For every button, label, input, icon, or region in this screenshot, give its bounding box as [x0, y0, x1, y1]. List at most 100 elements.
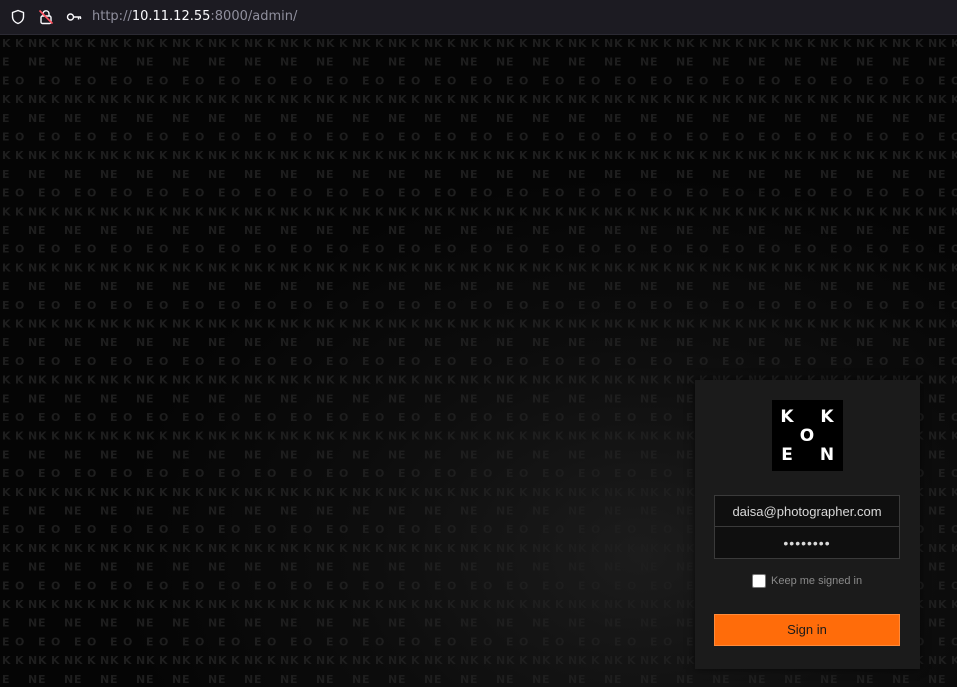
pattern-letter: E: [470, 280, 478, 293]
pattern-letter: E: [614, 561, 622, 574]
pattern-letter: K: [87, 318, 96, 331]
pattern-letter: K: [362, 205, 371, 218]
pattern-letter: O: [807, 243, 816, 256]
pattern-letter: O: [15, 355, 24, 368]
pattern-letter: N: [100, 93, 109, 106]
keep-signed-in-checkbox[interactable]: [752, 574, 766, 588]
pattern-letter: K: [38, 374, 47, 387]
pattern-letter: E: [218, 467, 226, 480]
pattern-letter: N: [856, 336, 865, 349]
pattern-letter: E: [722, 112, 730, 125]
key-icon[interactable]: [66, 9, 82, 25]
pattern-letter: K: [902, 149, 911, 162]
pattern-letter: E: [470, 187, 478, 200]
pattern-letter: O: [15, 411, 24, 424]
pattern-letter: E: [434, 112, 442, 125]
pattern-letter: E: [2, 561, 10, 574]
pattern-letter: E: [830, 299, 838, 312]
pattern-letter: N: [244, 505, 253, 518]
pattern-letter: N: [892, 224, 901, 237]
pattern-letter: K: [375, 486, 384, 499]
pattern-letter: E: [146, 673, 154, 686]
pattern-letter: E: [722, 224, 730, 237]
pattern-letter: O: [915, 74, 924, 87]
pattern-letter: N: [460, 280, 469, 293]
pattern-letter: N: [604, 392, 613, 405]
pattern-letter: K: [326, 93, 335, 106]
pattern-letter: K: [542, 149, 551, 162]
pattern-letter: E: [686, 579, 694, 592]
pattern-letter: E: [542, 579, 550, 592]
pattern-letter: N: [64, 336, 73, 349]
pattern-letter: N: [316, 542, 325, 555]
pattern-letter: K: [339, 261, 348, 274]
pattern-letter: O: [123, 131, 132, 144]
pattern-letter: K: [735, 93, 744, 106]
pattern-letter: O: [375, 74, 384, 87]
pattern-letter: E: [902, 243, 910, 256]
pattern-letter: O: [447, 635, 456, 648]
pattern-letter: N: [28, 448, 37, 461]
pattern-letter: N: [100, 505, 109, 518]
pattern-letter: E: [290, 505, 298, 518]
pattern-letter: K: [398, 374, 407, 387]
pattern-letter: N: [496, 654, 505, 667]
pattern-letter: E: [254, 355, 262, 368]
pattern-letter: K: [542, 93, 551, 106]
pattern-letter: K: [722, 261, 731, 274]
pattern-letter: N: [388, 617, 397, 630]
pattern-letter: O: [195, 299, 204, 312]
pattern-letter: E: [542, 617, 550, 630]
pattern-letter: E: [254, 467, 262, 480]
pattern-letter: O: [411, 243, 420, 256]
pattern-letter: N: [820, 93, 829, 106]
pattern-letter: O: [51, 635, 60, 648]
pattern-letter: E: [686, 336, 694, 349]
pattern-letter: E: [434, 523, 442, 536]
pattern-letter: K: [339, 205, 348, 218]
pattern-letter: K: [843, 93, 852, 106]
email-input[interactable]: [714, 495, 900, 527]
pattern-letter: K: [398, 149, 407, 162]
pattern-letter: N: [208, 93, 217, 106]
pattern-letter: N: [820, 336, 829, 349]
pattern-letter: N: [856, 112, 865, 125]
pattern-letter: E: [326, 299, 334, 312]
sign-in-button[interactable]: Sign in: [714, 614, 900, 646]
pattern-letter: E: [542, 187, 550, 200]
pattern-letter: E: [290, 224, 298, 237]
pattern-letter: N: [244, 112, 253, 125]
pattern-letter: N: [568, 505, 577, 518]
pattern-letter: K: [218, 598, 227, 611]
pattern-letter: K: [519, 261, 528, 274]
pattern-letter: K: [87, 486, 96, 499]
pattern-letter: N: [676, 168, 685, 181]
pattern-letter: N: [640, 318, 649, 331]
pattern-letter: E: [650, 224, 658, 237]
pattern-letter: K: [74, 654, 83, 667]
pattern-letter: K: [519, 374, 528, 387]
pattern-letter: O: [15, 523, 24, 536]
pattern-letter: O: [15, 579, 24, 592]
pattern-letter: E: [434, 280, 442, 293]
pattern-letter: E: [650, 579, 658, 592]
pattern-letter: N: [352, 486, 361, 499]
pattern-letter: O: [231, 187, 240, 200]
browser-address-bar[interactable]: http://10.11.12.55:8000/admin/: [0, 0, 957, 35]
pattern-letter: E: [614, 392, 622, 405]
shield-icon[interactable]: [10, 9, 26, 25]
pattern-letter: N: [496, 205, 505, 218]
pattern-letter: K: [182, 93, 191, 106]
keep-signed-in-label[interactable]: Keep me signed in: [771, 574, 862, 588]
pattern-letter: K: [254, 205, 263, 218]
pattern-letter: E: [506, 187, 514, 200]
password-input[interactable]: [714, 527, 900, 559]
pattern-letter: N: [928, 93, 937, 106]
pattern-letter: K: [123, 149, 132, 162]
pattern-letter: N: [568, 149, 577, 162]
address-url[interactable]: http://10.11.12.55:8000/admin/: [92, 9, 297, 25]
pattern-letter: K: [807, 93, 816, 106]
pattern-letter: O: [267, 187, 276, 200]
insecure-lock-icon[interactable]: [38, 9, 54, 25]
pattern-letter: N: [640, 392, 649, 405]
